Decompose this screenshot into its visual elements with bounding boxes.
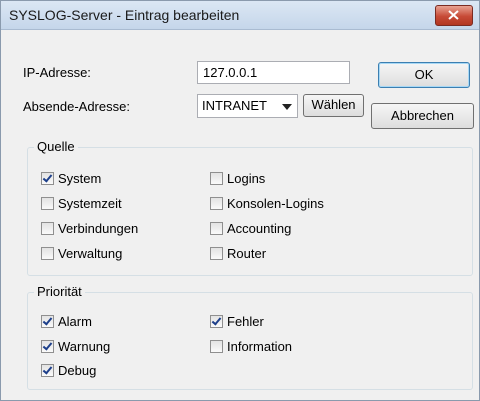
- checkbox-box: [41, 172, 54, 185]
- choose-button[interactable]: Wählen: [303, 94, 364, 117]
- checkbox-box: [41, 364, 54, 377]
- source-group-title: Quelle: [34, 139, 78, 154]
- title-bar: SYSLOG-Server - Eintrag bearbeiten: [1, 1, 479, 30]
- checkbox-logins[interactable]: Logins: [210, 171, 265, 186]
- window-title: SYSLOG-Server - Eintrag bearbeiten: [9, 7, 240, 23]
- checkbox-fehler[interactable]: Fehler: [210, 314, 264, 329]
- checkbox-debug[interactable]: Debug: [41, 363, 96, 378]
- checkbox-label: Verwaltung: [58, 246, 123, 261]
- checkbox-system[interactable]: System: [41, 171, 101, 186]
- checkbox-box: [210, 172, 223, 185]
- cancel-button-label: Abbrechen: [391, 108, 454, 123]
- checkbox-box: [210, 247, 223, 260]
- ip-address-label: IP-Adresse:: [23, 65, 91, 80]
- sender-address-select[interactable]: INTRANET: [197, 94, 298, 118]
- priority-group-title: Priorität: [34, 284, 85, 299]
- cancel-button[interactable]: Abbrechen: [371, 103, 474, 129]
- checkbox-verbindungen[interactable]: Verbindungen: [41, 221, 138, 236]
- sender-address-value: INTRANET: [202, 98, 267, 113]
- checkbox-box: [41, 247, 54, 260]
- checkbox-router[interactable]: Router: [210, 246, 266, 261]
- checkbox-label: System: [58, 171, 102, 186]
- checkbox-label: Konsolen-Logins: [227, 196, 324, 211]
- close-button[interactable]: [435, 5, 473, 26]
- checkbox-label: Accounting: [227, 221, 292, 236]
- checkbox-warnung[interactable]: Warnung: [41, 339, 110, 354]
- checkbox-label: Debug: [58, 363, 97, 378]
- checkbox-accounting[interactable]: Accounting: [210, 221, 291, 236]
- checkbox-label: Router: [227, 246, 267, 261]
- checkbox-information[interactable]: Information: [210, 339, 292, 354]
- ok-button[interactable]: OK: [378, 62, 470, 88]
- checkbox-label: Verbindungen: [58, 221, 139, 236]
- checkbox-box: [210, 340, 223, 353]
- ok-button-label: OK: [414, 67, 434, 82]
- dialog-window: SYSLOG-Server - Eintrag bearbeiten IP-Ad…: [0, 0, 480, 401]
- ip-address-input[interactable]: 127.0.0.1: [197, 61, 350, 84]
- checkbox-box: [210, 315, 223, 328]
- checkbox-label: Information: [227, 339, 293, 354]
- dropdown-arrow-icon[interactable]: [282, 104, 292, 110]
- checkbox-box: [210, 222, 223, 235]
- checkbox-label: Logins: [227, 171, 266, 186]
- checkbox-box: [210, 197, 223, 210]
- checkbox-konsolen-logins[interactable]: Konsolen-Logins: [210, 196, 324, 211]
- checkbox-box: [41, 222, 54, 235]
- checkbox-label: Systemzeit: [58, 196, 122, 211]
- close-icon: [448, 10, 459, 20]
- checkbox-alarm[interactable]: Alarm: [41, 314, 92, 329]
- sender-address-label: Absende-Adresse:: [23, 99, 130, 114]
- choose-button-label: Wählen: [311, 97, 356, 112]
- checkbox-systemzeit[interactable]: Systemzeit: [41, 196, 122, 211]
- checkbox-box: [41, 197, 54, 210]
- checkbox-verwaltung[interactable]: Verwaltung: [41, 246, 122, 261]
- checkbox-label: Warnung: [58, 339, 111, 354]
- checkbox-label: Alarm: [58, 314, 92, 329]
- checkbox-box: [41, 315, 54, 328]
- checkbox-box: [41, 340, 54, 353]
- checkbox-label: Fehler: [227, 314, 264, 329]
